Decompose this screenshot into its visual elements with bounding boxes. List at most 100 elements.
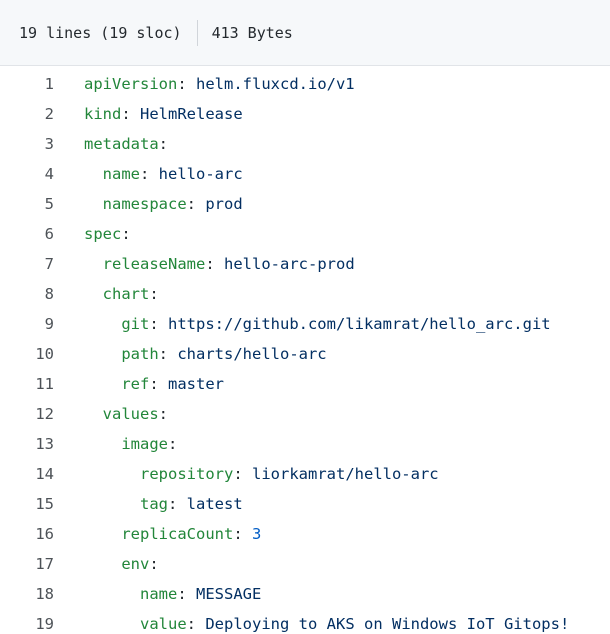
- yaml-separator: :: [177, 585, 187, 603]
- line-number[interactable]: 13: [0, 429, 54, 459]
- code-line: 14 repository: liorkamrat/hello-arc: [0, 459, 610, 489]
- yaml-value: master: [158, 375, 224, 393]
- line-number[interactable]: 9: [0, 309, 54, 339]
- line-number[interactable]: 15: [0, 489, 54, 519]
- line-content: metadata:: [54, 129, 168, 159]
- line-number[interactable]: 3: [0, 129, 54, 159]
- line-content: chart:: [54, 279, 159, 309]
- line-number[interactable]: 10: [0, 339, 54, 369]
- yaml-key: name: [140, 585, 178, 603]
- yaml-separator: :: [158, 345, 168, 363]
- line-number[interactable]: 18: [0, 579, 54, 609]
- code-line: 11 ref: master: [0, 369, 610, 399]
- yaml-key: spec: [84, 225, 122, 243]
- line-content: value: Deploying to AKS on Windows IoT G…: [54, 609, 569, 634]
- yaml-separator: :: [168, 495, 178, 513]
- yaml-key: chart: [102, 285, 150, 303]
- yaml-separator: :: [168, 435, 178, 453]
- line-content: replicaCount: 3: [54, 519, 261, 549]
- line-number[interactable]: 17: [0, 549, 54, 579]
- code-line: 10 path: charts/hello-arc: [0, 339, 610, 369]
- yaml-separator: :: [149, 375, 159, 393]
- yaml-value: hello-arc-prod: [214, 255, 355, 273]
- yaml-value: prod: [196, 195, 243, 213]
- yaml-key: path: [121, 345, 159, 363]
- yaml-key: values: [102, 405, 159, 423]
- yaml-value: helm.fluxcd.io/v1: [186, 75, 355, 93]
- line-content: name: hello-arc: [54, 159, 243, 189]
- code-line: 18 name: MESSAGE: [0, 579, 610, 609]
- yaml-value: 3: [242, 525, 262, 543]
- line-number[interactable]: 14: [0, 459, 54, 489]
- yaml-separator: :: [186, 195, 197, 213]
- line-number[interactable]: 12: [0, 399, 54, 429]
- yaml-value: https://github.com/likamrat/hello_arc.gi…: [158, 315, 551, 333]
- code-line: 6 spec:: [0, 219, 610, 249]
- yaml-separator: :: [158, 405, 169, 423]
- line-content: tag: latest: [54, 489, 243, 519]
- yaml-separator: :: [121, 105, 131, 123]
- code-line: 17 env:: [0, 549, 610, 579]
- code-line: 13 image:: [0, 429, 610, 459]
- line-number[interactable]: 6: [0, 219, 54, 249]
- line-number[interactable]: 2: [0, 99, 54, 129]
- yaml-separator: :: [177, 75, 187, 93]
- line-number[interactable]: 19: [0, 609, 54, 634]
- yaml-key: name: [102, 165, 140, 183]
- code-line: 8 chart:: [0, 279, 610, 309]
- yaml-key: tag: [140, 495, 168, 513]
- yaml-key: ref: [121, 375, 150, 393]
- yaml-separator: :: [149, 555, 159, 573]
- line-content: namespace: prod: [54, 189, 243, 219]
- line-number[interactable]: 1: [0, 69, 54, 99]
- line-content: repository: liorkamrat/hello-arc: [54, 459, 439, 489]
- yaml-key: metadata: [84, 135, 159, 153]
- yaml-key: apiVersion: [84, 75, 178, 93]
- code-line: 4 name: hello-arc: [0, 159, 610, 189]
- line-number[interactable]: 5: [0, 189, 54, 219]
- yaml-key: repository: [140, 465, 234, 483]
- line-content: path: charts/hello-arc: [54, 339, 327, 369]
- yaml-separator: :: [233, 465, 243, 483]
- line-content: git: https://github.com/likamrat/hello_a…: [54, 309, 551, 339]
- line-content: values:: [54, 399, 168, 429]
- line-content: env:: [54, 549, 159, 579]
- yaml-separator: :: [205, 255, 215, 273]
- yaml-separator: :: [149, 285, 159, 303]
- file-info-divider: [196, 19, 198, 46]
- yaml-key: image: [121, 435, 168, 453]
- yaml-value: liorkamrat/hello-arc: [242, 465, 439, 483]
- code-line: 5 namespace: prod: [0, 189, 610, 219]
- file-viewer: 19 lines (19 sloc) 413 Bytes 1 apiVersion…: [0, 0, 610, 634]
- line-number[interactable]: 11: [0, 369, 54, 399]
- yaml-value: hello-arc: [149, 165, 243, 183]
- line-number[interactable]: 4: [0, 159, 54, 189]
- line-number[interactable]: 16: [0, 519, 54, 549]
- line-content: ref: master: [54, 369, 224, 399]
- yaml-key: releaseName: [102, 255, 206, 273]
- yaml-separator: :: [140, 165, 150, 183]
- yaml-separator: :: [149, 315, 159, 333]
- line-number[interactable]: 7: [0, 249, 54, 279]
- line-number[interactable]: 8: [0, 279, 54, 309]
- line-content: spec:: [54, 219, 131, 249]
- code-line: 15 tag: latest: [0, 489, 610, 519]
- code-line: 9 git: https://github.com/likamrat/hello…: [0, 309, 610, 339]
- yaml-value: charts/hello-arc: [168, 345, 327, 363]
- yaml-key: replicaCount: [121, 525, 234, 543]
- code-block: 1 apiVersion: helm.fluxcd.io/v1 2 kind: Hel…: [0, 66, 610, 634]
- yaml-value: Deploying to AKS on Windows IoT Gitops!: [196, 615, 570, 633]
